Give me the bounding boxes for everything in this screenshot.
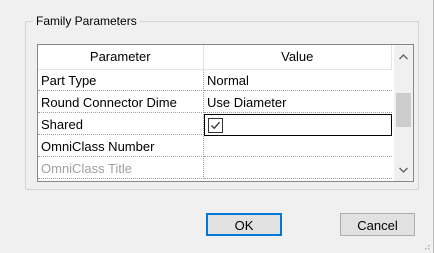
vertical-scrollbar[interactable] bbox=[394, 45, 413, 181]
parameter-cell[interactable]: OmniClass Number bbox=[38, 136, 204, 157]
parameters-grid: Parameter Value Part Type Normal Round C… bbox=[37, 44, 414, 182]
shared-checkbox[interactable] bbox=[208, 118, 223, 133]
column-header-parameter[interactable]: Parameter bbox=[38, 45, 204, 70]
value-cell bbox=[204, 158, 392, 179]
scrollbar-thumb[interactable] bbox=[396, 93, 411, 127]
resize-grip-icon[interactable] bbox=[422, 242, 430, 250]
table-row[interactable]: Shared bbox=[38, 114, 392, 136]
table-row[interactable]: Round Connector Dime Use Diameter bbox=[38, 92, 392, 114]
ok-button[interactable]: OK bbox=[206, 213, 282, 236]
scroll-down-button[interactable] bbox=[394, 160, 413, 179]
value-cell[interactable]: Normal bbox=[204, 70, 392, 91]
family-parameters-dialog: Family Parameters Parameter Value Part T… bbox=[0, 0, 434, 253]
value-cell[interactable]: Use Diameter bbox=[204, 92, 392, 113]
value-cell[interactable] bbox=[204, 136, 392, 157]
chevron-up-icon bbox=[399, 53, 408, 59]
grid-header: Parameter Value bbox=[38, 45, 392, 70]
table-row[interactable]: OmniClass Number bbox=[38, 136, 392, 158]
grid-rows: Part Type Normal Round Connector Dime Us… bbox=[38, 70, 392, 180]
scroll-up-button[interactable] bbox=[394, 47, 413, 66]
checkmark-icon bbox=[211, 121, 220, 130]
parameter-cell[interactable]: Round Connector Dime bbox=[38, 92, 204, 113]
parameter-cell[interactable]: Part Type bbox=[38, 70, 204, 91]
column-header-value[interactable]: Value bbox=[203, 45, 392, 70]
parameter-cell-disabled: OmniClass Title bbox=[38, 158, 204, 179]
table-row[interactable]: OmniClass Title bbox=[38, 158, 392, 180]
table-row[interactable]: Part Type Normal bbox=[38, 70, 392, 92]
parameter-cell[interactable]: Shared bbox=[38, 114, 204, 135]
value-cell-checkbox[interactable] bbox=[204, 114, 392, 136]
chevron-down-icon bbox=[399, 167, 408, 173]
cancel-button[interactable]: Cancel bbox=[340, 213, 415, 236]
groupbox-title: Family Parameters bbox=[33, 13, 140, 29]
